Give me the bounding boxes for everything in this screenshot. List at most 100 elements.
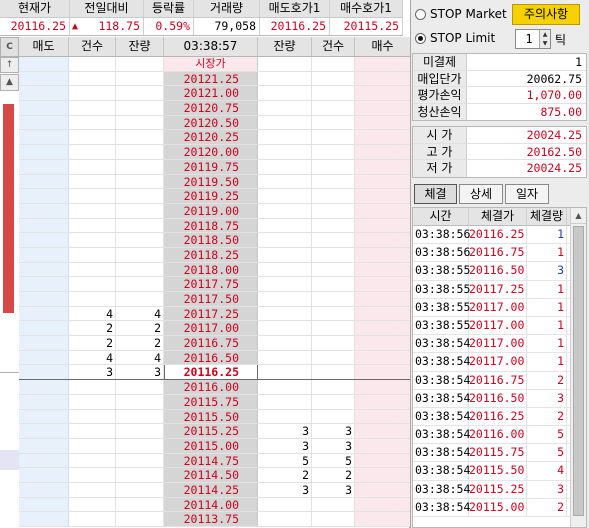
- stop-market-option[interactable]: STOP Market: [415, 7, 507, 21]
- bid-order-cell[interactable]: [355, 497, 410, 512]
- price-row[interactable]: 2 2 20117.00: [19, 321, 410, 337]
- ask-order-cell[interactable]: [19, 482, 69, 497]
- price-cell[interactable]: 20118.25: [164, 247, 258, 262]
- bid-order-cell[interactable]: [355, 159, 410, 174]
- price-row[interactable]: 20114.75 5 5: [19, 453, 410, 469]
- price-row[interactable]: 20115.50: [19, 409, 410, 425]
- stop-limit-option[interactable]: STOP Limit: [415, 31, 495, 45]
- price-row[interactable]: 20119.25: [19, 189, 410, 204]
- price-row[interactable]: 20118.25: [19, 247, 410, 263]
- bid-order-cell[interactable]: [355, 350, 410, 365]
- price-cell[interactable]: 20117.25: [164, 306, 258, 321]
- spin-down-icon[interactable]: ▼: [540, 39, 550, 48]
- bid-order-cell[interactable]: [355, 424, 410, 438]
- ask-order-cell[interactable]: [19, 409, 69, 424]
- price-cell[interactable]: 20113.75: [164, 512, 258, 526]
- ask-order-cell[interactable]: [19, 57, 69, 71]
- ask-order-cell[interactable]: [19, 189, 69, 203]
- ask-order-cell[interactable]: [19, 424, 69, 438]
- bid-order-cell[interactable]: [355, 321, 410, 336]
- price-row[interactable]: 20121.25: [19, 71, 410, 87]
- ask-order-cell[interactable]: [19, 321, 69, 336]
- bid-order-cell[interactable]: [355, 247, 410, 262]
- bid-order-cell[interactable]: [355, 409, 410, 424]
- bid-order-cell[interactable]: [355, 365, 410, 380]
- scroll-top-triangle-icon[interactable]: ▲: [0, 74, 19, 91]
- price-row[interactable]: 20120.75: [19, 101, 410, 116]
- price-row[interactable]: 20118.00: [19, 262, 410, 278]
- price-row[interactable]: 20120.25: [19, 130, 410, 146]
- market-price-row[interactable]: 시장가: [19, 57, 410, 72]
- price-cell[interactable]: 20117.75: [164, 277, 258, 291]
- price-cell[interactable]: 20117.50: [164, 292, 258, 306]
- price-row[interactable]: 20120.00: [19, 145, 410, 160]
- ask-order-cell[interactable]: [19, 438, 69, 453]
- caution-button[interactable]: 주의사항: [512, 4, 580, 25]
- bid-order-cell[interactable]: [355, 468, 410, 482]
- ask-order-cell[interactable]: [19, 71, 69, 86]
- bid-order-cell[interactable]: [355, 262, 410, 277]
- ask-order-cell[interactable]: [19, 512, 69, 526]
- ask-order-cell[interactable]: [19, 203, 69, 218]
- spin-up-icon[interactable]: ▲: [540, 30, 550, 39]
- bid-order-cell[interactable]: [355, 86, 410, 101]
- bid-order-cell[interactable]: [355, 101, 410, 115]
- price-row[interactable]: 20121.00: [19, 86, 410, 102]
- price-cell[interactable]: 20120.50: [164, 115, 258, 130]
- price-cell[interactable]: 20116.50: [164, 350, 258, 365]
- price-row[interactable]: 2 2 20116.75: [19, 336, 410, 351]
- price-row[interactable]: 20114.00: [19, 497, 410, 513]
- ask-order-cell[interactable]: [19, 233, 69, 247]
- price-row[interactable]: 20120.50: [19, 115, 410, 131]
- price-cell[interactable]: 20116.00: [164, 380, 258, 394]
- ask-order-cell[interactable]: [19, 174, 69, 189]
- bid-order-cell[interactable]: [355, 189, 410, 203]
- price-cell[interactable]: 20118.75: [164, 218, 258, 232]
- ask-order-cell[interactable]: [19, 365, 69, 380]
- price-row[interactable]: 20113.75: [19, 512, 410, 527]
- price-cell[interactable]: 20115.00: [164, 438, 258, 453]
- ask-order-cell[interactable]: [19, 218, 69, 233]
- bid-order-cell[interactable]: [355, 145, 410, 159]
- ask-order-cell[interactable]: [19, 394, 69, 409]
- price-row[interactable]: 20117.50: [19, 292, 410, 307]
- tick-spinner[interactable]: ▲ ▼: [539, 30, 550, 48]
- ask-order-cell[interactable]: [19, 292, 69, 306]
- trade-list-scrollbar[interactable]: ▲: [570, 208, 586, 527]
- price-cell[interactable]: 20118.00: [164, 262, 258, 276]
- ask-order-cell[interactable]: [19, 145, 69, 159]
- bid-order-cell[interactable]: [355, 512, 410, 526]
- price-row[interactable]: 20115.25 3 3: [19, 424, 410, 439]
- tab-daily[interactable]: 일자: [505, 184, 549, 204]
- price-cell[interactable]: 20118.50: [164, 233, 258, 247]
- price-row[interactable]: 20114.50 2 2: [19, 468, 410, 483]
- ask-order-cell[interactable]: [19, 130, 69, 145]
- price-row[interactable]: 20115.00 3 3: [19, 438, 410, 454]
- stop-limit-radio[interactable]: [415, 32, 426, 44]
- ask-order-cell[interactable]: [19, 497, 69, 512]
- price-row[interactable]: 4 4 20116.50: [19, 350, 410, 366]
- bid-order-cell[interactable]: [355, 380, 410, 394]
- bid-order-cell[interactable]: [355, 306, 410, 321]
- tab-detail[interactable]: 상세: [459, 184, 503, 204]
- price-row[interactable]: 20119.75: [19, 159, 410, 175]
- price-cell[interactable]: 20114.75: [164, 453, 258, 467]
- bid-order-cell[interactable]: [355, 71, 410, 86]
- price-cell[interactable]: 20119.50: [164, 174, 258, 188]
- price-cell[interactable]: 20115.50: [164, 409, 258, 423]
- price-row[interactable]: 20115.75: [19, 394, 410, 410]
- bid-order-cell[interactable]: [355, 394, 410, 409]
- ask-order-cell[interactable]: [19, 159, 69, 174]
- current-price-row[interactable]: 3 3 20116.25: [19, 365, 410, 381]
- price-cell[interactable]: 20120.75: [164, 101, 258, 115]
- ask-order-cell[interactable]: [19, 262, 69, 277]
- bid-order-cell[interactable]: [355, 203, 410, 218]
- ask-order-cell[interactable]: [19, 306, 69, 321]
- ask-order-cell[interactable]: [19, 115, 69, 130]
- bid-order-cell[interactable]: [355, 336, 410, 350]
- scroll-up-icon[interactable]: ▲: [571, 208, 586, 224]
- tab-trades[interactable]: 체결: [414, 184, 457, 204]
- price-cell[interactable]: 20119.25: [164, 189, 258, 203]
- price-cell[interactable]: 20115.25: [164, 424, 258, 438]
- price-row[interactable]: 20119.00: [19, 203, 410, 219]
